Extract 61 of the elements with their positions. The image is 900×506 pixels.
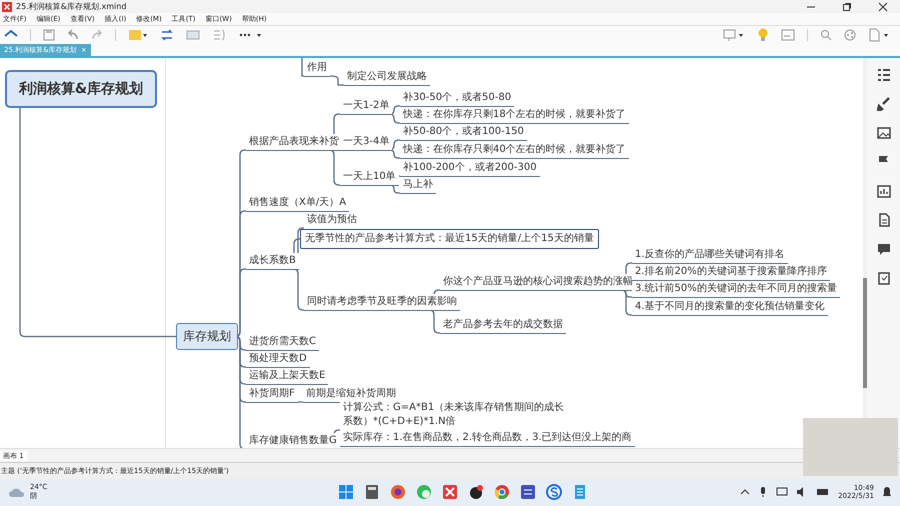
subtopic[interactable]: 成长系数B [246, 253, 299, 270]
subtopic[interactable]: 销售速度（X单/天）A [246, 195, 350, 212]
notes-icon[interactable] [781, 29, 795, 42]
relationship-icon[interactable] [160, 29, 174, 42]
editor-icon[interactable] [520, 484, 536, 500]
subtopic[interactable]: 一天1-2单 [340, 98, 392, 116]
subtopic[interactable]: 库存健康销售数量G [246, 433, 340, 448]
close-icon[interactable] [878, 2, 888, 12]
notification-icon[interactable] [882, 486, 892, 498]
brush-icon[interactable] [876, 97, 890, 112]
start-icon[interactable] [338, 484, 354, 500]
subtopic[interactable]: 作用 [304, 60, 330, 78]
subtopic[interactable]: 马上补 [400, 177, 436, 194]
topic-label[interactable]: 该值为预估 [304, 212, 360, 230]
window-title: 25.利润核算&库存规划.xmind [16, 1, 128, 12]
document-icon[interactable] [876, 213, 890, 228]
comment-icon[interactable] [876, 242, 890, 256]
subtopic[interactable]: 制定公司发展战略 [344, 69, 430, 86]
export-icon[interactable] [868, 28, 890, 42]
subtopic[interactable]: 根据产品表现来补货 [246, 134, 342, 152]
presentation-icon[interactable] [723, 28, 745, 42]
subtopic[interactable]: 快递：在你库存只剩18个左右的时候，就要补货了 [400, 107, 629, 124]
monitor-icon[interactable] [776, 486, 788, 498]
subtopic[interactable]: 无季节性的产品参考计算方式：最近15天的销量/上个15天的销量 [300, 229, 599, 250]
image-icon[interactable] [876, 126, 890, 140]
subtopic[interactable]: 老产品参考去年的成交数据 [440, 317, 566, 334]
browser-icon[interactable] [390, 484, 406, 500]
undo-icon[interactable] [67, 29, 79, 42]
s-logo-icon[interactable] [546, 484, 562, 500]
calculator-icon[interactable] [364, 484, 380, 500]
subtopic[interactable]: 1.反查你的产品哪些关键词有排名 [632, 247, 788, 264]
subtopic[interactable]: 补50-80个，或者100-150 [400, 124, 527, 142]
subtopic[interactable]: 补30-50个，或者50-80 [400, 90, 514, 108]
mind-map-app-icon[interactable] [442, 484, 458, 500]
subtopic[interactable]: 进货所需天数C [246, 334, 319, 352]
outline-icon[interactable] [876, 68, 890, 82]
media-icon[interactable] [468, 484, 484, 500]
subtopic[interactable]: 补100-200个，或者200-300 [400, 160, 540, 178]
subtopic[interactable]: 同时请考虑季节及旺季的因素影响 [304, 294, 460, 312]
subtopic[interactable]: 预处理天数D [246, 351, 310, 368]
chrome-icon[interactable] [494, 484, 510, 500]
subtopic[interactable]: 3.统计前50%的关键词的去年不同月的搜索量 [632, 281, 840, 298]
clipboard-icon[interactable] [876, 271, 890, 286]
subtopic[interactable]: 4.基于不同月的搜索量的变化预估销量变化 [632, 299, 828, 316]
notepad-icon[interactable] [572, 484, 588, 500]
subtopic[interactable]: 补货周期F [246, 386, 298, 404]
subtopic[interactable]: 实际库存：1.在售商品数，2.转仓商品数，3.已到达但没上架的商 [340, 430, 635, 448]
battery-icon[interactable] [816, 487, 830, 498]
topic-icon[interactable] [128, 29, 148, 42]
subtopic[interactable]: 一天3-4单 [340, 134, 392, 152]
restore-icon[interactable] [842, 2, 852, 12]
subtopic[interactable]: 运输及上架天数E [246, 368, 328, 386]
search-icon[interactable] [820, 29, 832, 42]
subtopic[interactable]: 一天上10单 [340, 169, 399, 186]
main-topic[interactable]: 库存规划 [176, 323, 238, 350]
subtopic[interactable]: 2.排名前20%的关键词基于搜索量降序排序 [632, 264, 830, 282]
central-topic[interactable]: 利润核算&库存规划 [5, 70, 157, 108]
subtopic[interactable]: 快递：在你库存只剩40个左右的时候，就要补货了 [400, 142, 629, 160]
share-icon[interactable] [844, 29, 856, 42]
chart-icon[interactable] [876, 184, 890, 198]
save-icon[interactable] [43, 29, 55, 42]
